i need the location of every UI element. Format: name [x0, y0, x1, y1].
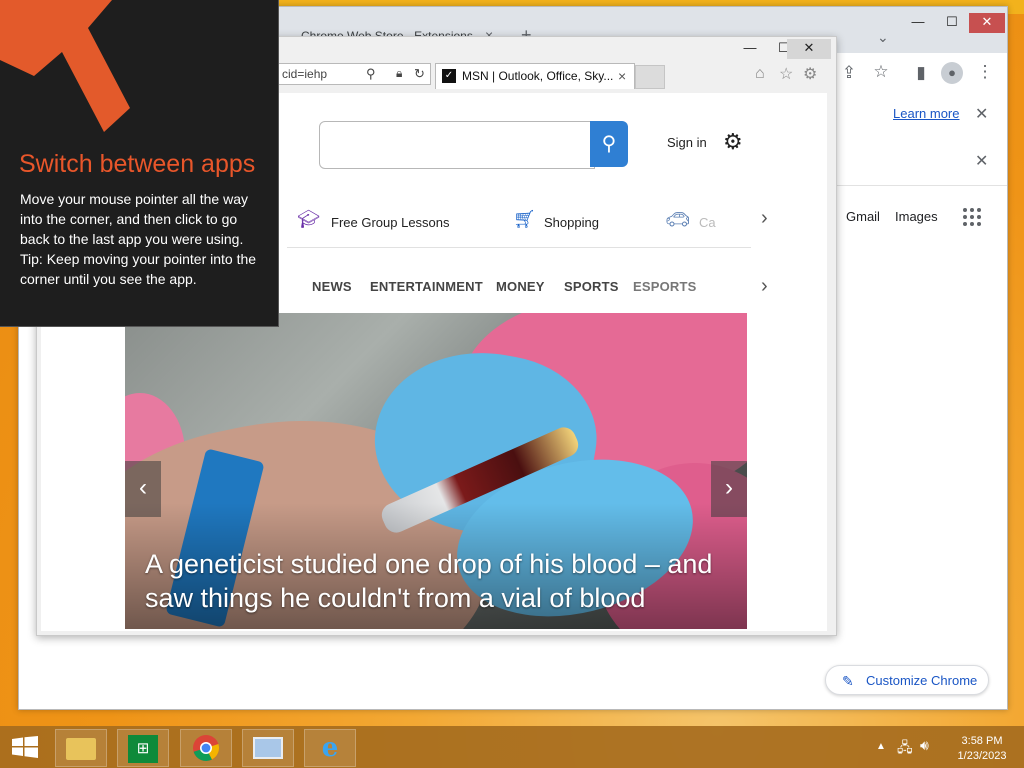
address-text: cid=iehp — [282, 67, 328, 81]
quick-link-free-group-lessons[interactable]: Free Group Lessons — [331, 215, 450, 230]
home-icon[interactable]: ⌂ — [755, 65, 765, 83]
divider — [287, 247, 751, 248]
switch-apps-hint: Switch between apps Move your mouse poin… — [0, 0, 279, 327]
taskbar-clock[interactable]: 3:58 PM 1/23/2023 — [944, 734, 1020, 764]
star-icon[interactable]: ☆ — [869, 62, 893, 82]
ie-address-bar[interactable]: cid=iehp ⚲ 🔒︎ ↻ — [277, 63, 431, 85]
infobar-close-icon[interactable]: ✕ — [975, 151, 988, 171]
nav-news[interactable]: NEWS — [312, 279, 352, 294]
tab-search-icon[interactable]: ⌄ — [877, 29, 889, 46]
msn-search-button[interactable]: ⚲ — [590, 121, 628, 167]
hint-line-1: Move your mouse pointer all the way into… — [20, 191, 248, 247]
lock-icon: 🔒︎ — [396, 66, 403, 80]
ie-close-button[interactable]: ✕ — [787, 39, 831, 59]
chrome-minimize-button[interactable]: — — [901, 13, 935, 33]
clock-date: 1/23/2023 — [957, 750, 1007, 762]
chrome-icon — [193, 735, 220, 761]
taskbar-internet-explorer[interactable]: e — [304, 729, 356, 767]
customize-chrome-label: Customize Chrome — [866, 673, 978, 688]
ie-tab-close-icon[interactable]: × — [618, 68, 626, 84]
side-panel-icon[interactable]: ▮ — [909, 63, 933, 83]
quick-link-shopping[interactable]: Shopping — [544, 215, 599, 230]
tools-icon[interactable]: ⚙ — [803, 64, 817, 84]
network-icon[interactable]: 🖧︎ — [897, 737, 913, 761]
ie-new-tab-button[interactable] — [635, 65, 665, 89]
images-link[interactable]: Images — [895, 209, 938, 224]
share-icon[interactable]: ⇪ — [837, 63, 861, 83]
volume-icon[interactable]: 🔊︎ — [920, 737, 929, 754]
gmail-link[interactable]: Gmail — [846, 209, 880, 224]
nav-entertainment[interactable]: ENTERTAINMENT — [370, 279, 483, 294]
learn-more-link[interactable]: Learn more — [893, 106, 959, 121]
taskbar-file-explorer[interactable] — [55, 729, 107, 767]
taskbar-store[interactable]: ⊞ — [117, 729, 169, 767]
car-icon: 🚗︎ — [665, 209, 691, 231]
chrome-maximize-button[interactable]: ☐ — [935, 13, 969, 33]
hint-title: Switch between apps — [19, 150, 256, 178]
clock-time: 3:58 PM — [961, 735, 1003, 747]
file-explorer-icon — [66, 738, 96, 760]
msn-favicon-icon: ✓ — [442, 69, 456, 83]
chrome-close-button[interactable]: ✕ — [969, 13, 1005, 33]
store-icon: ⊞ — [128, 735, 158, 763]
favorites-icon[interactable]: ☆ — [779, 64, 793, 84]
profile-icon[interactable]: ● — [941, 62, 963, 84]
ie-tab-title: MSN | Outlook, Office, Sky... — [462, 69, 614, 83]
hint-body: Move your mouse pointer all the way into… — [20, 189, 264, 289]
menu-icon[interactable]: ⋮ — [973, 62, 997, 82]
taskbar-chrome[interactable] — [180, 729, 232, 767]
ie-minimize-button[interactable]: — — [733, 39, 767, 59]
start-button[interactable] — [12, 736, 38, 758]
hero-headline[interactable]: A geneticist studied one drop of his blo… — [145, 547, 745, 615]
pencil-icon: ✎ — [842, 673, 854, 689]
show-hidden-icons-icon[interactable]: ▲ — [876, 741, 886, 752]
nav-esports[interactable]: ESPORTS — [633, 279, 697, 294]
quick-links-next-icon[interactable]: › — [761, 207, 768, 230]
nav-next-icon[interactable]: › — [761, 275, 768, 298]
nav-sports[interactable]: SPORTS — [564, 279, 619, 294]
search-icon: ⚲ — [601, 133, 617, 155]
corner-arrow-icon — [0, 0, 130, 132]
infobar-close-icon[interactable]: ✕ — [975, 104, 988, 124]
graduation-cap-icon: 🎓︎ — [297, 209, 320, 229]
msn-search-input[interactable] — [319, 121, 595, 169]
settings-gear-icon[interactable]: ⚙ — [723, 129, 743, 155]
refresh-icon[interactable]: ↻ — [414, 66, 425, 82]
hint-line-2: Tip: Keep moving your pointer into the c… — [20, 251, 257, 287]
ie-icon: e — [321, 733, 339, 763]
cart-icon: 🛒︎ — [513, 209, 536, 229]
search-icon[interactable]: ⚲ — [366, 66, 376, 82]
windows-logo-icon — [12, 736, 38, 758]
hero-image[interactable]: A geneticist studied one drop of his blo… — [125, 313, 747, 629]
google-apps-icon[interactable] — [963, 208, 981, 226]
quick-link-cars[interactable]: Ca — [699, 215, 716, 230]
taskbar-remote-desktop[interactable] — [242, 729, 294, 767]
sign-in-link[interactable]: Sign in — [667, 135, 707, 150]
carousel-next-button[interactable]: › — [711, 461, 747, 517]
remote-desktop-icon — [253, 737, 283, 759]
ie-tab-msn[interactable]: ✓ MSN | Outlook, Office, Sky... × — [435, 63, 635, 89]
carousel-prev-button[interactable]: ‹ — [125, 461, 161, 517]
nav-money[interactable]: MONEY — [496, 279, 545, 294]
customize-chrome-button[interactable]: ✎ Customize Chrome — [825, 665, 989, 695]
